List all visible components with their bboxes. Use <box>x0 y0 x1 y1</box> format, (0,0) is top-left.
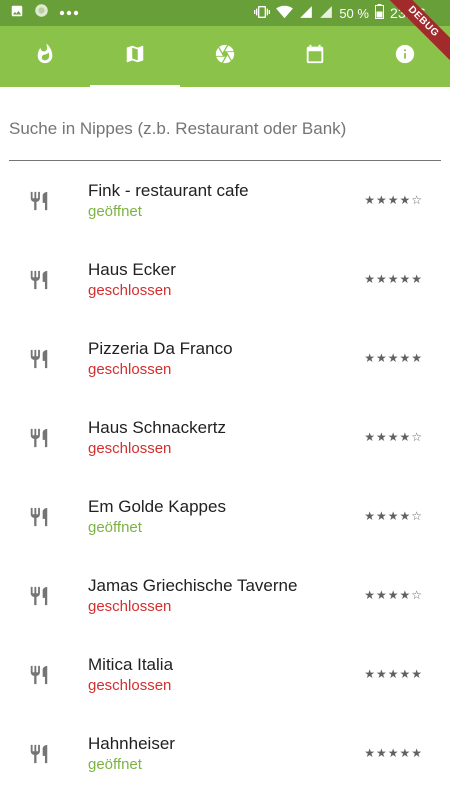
status-bar: 50 % 23:36 DEBUG <box>0 0 450 67</box>
list-item[interactable]: Hahnheiser geöffnet ★★★★★ <box>0 716 450 795</box>
list-item[interactable]: Mitica Italia geschlossen ★★★★★ <box>0 637 450 716</box>
place-list: Fink - restaurant cafe geöffnet ★★★★☆ Ha… <box>0 163 450 795</box>
place-name: Hahnheiser <box>88 734 175 753</box>
place-status: geschlossen <box>88 677 172 694</box>
place-status: geschlossen <box>88 282 172 299</box>
rating-stars: ★★★★☆ <box>364 509 423 523</box>
tab-camera[interactable] <box>180 26 270 87</box>
info-icon <box>394 43 416 70</box>
list-item[interactable]: Haus Schnackertz geschlossen ★★★★☆ <box>0 400 450 479</box>
list-item[interactable]: Fink - restaurant cafe geöffnet ★★★★☆ <box>0 163 450 242</box>
battery-percent: 50 % <box>339 5 369 21</box>
fire-icon <box>34 43 56 70</box>
place-status: geöffnet <box>88 756 142 773</box>
restaurant-icon <box>28 664 50 686</box>
place-name: Haus Ecker <box>88 260 176 279</box>
place-name: Pizzeria Da Franco <box>88 339 233 358</box>
place-status: geöffnet <box>88 203 142 220</box>
search-field-container <box>9 100 441 161</box>
place-status: geöffnet <box>88 519 142 536</box>
place-name: Jamas Griechische Taverne <box>88 576 298 595</box>
restaurant-icon <box>28 427 50 449</box>
rating-stars: ★★★★★ <box>364 746 423 760</box>
tab-selected-indicator <box>90 85 180 87</box>
place-status: geschlossen <box>88 361 172 378</box>
circle-app-icon <box>34 3 49 23</box>
restaurant-icon <box>28 190 50 212</box>
wifi-icon <box>276 5 294 22</box>
map-icon <box>124 43 146 70</box>
place-name: Em Golde Kappes <box>88 497 226 516</box>
rating-stars: ★★★★☆ <box>364 588 423 602</box>
signal-r-icon <box>319 5 333 22</box>
rating-stars: ★★★★★ <box>364 272 423 286</box>
tab-hot[interactable] <box>0 26 90 87</box>
aperture-icon <box>214 43 236 70</box>
rating-stars: ★★★★★ <box>364 667 423 681</box>
rating-stars: ★★★★☆ <box>364 430 423 444</box>
rating-stars: ★★★★☆ <box>364 193 423 207</box>
list-item[interactable]: Pizzeria Da Franco geschlossen ★★★★★ <box>0 321 450 400</box>
search-input[interactable] <box>9 100 441 158</box>
tab-map[interactable] <box>90 26 180 87</box>
restaurant-icon <box>28 348 50 370</box>
battery-icon <box>374 4 384 22</box>
image-icon <box>10 4 24 23</box>
place-name: Fink - restaurant cafe <box>88 181 249 200</box>
restaurant-icon <box>28 585 50 607</box>
dots-icon <box>59 4 79 22</box>
status-bar-left <box>10 4 79 22</box>
place-status: geschlossen <box>88 598 172 615</box>
place-name: Haus Schnackertz <box>88 418 226 437</box>
signal-icon <box>299 5 313 22</box>
rating-stars: ★★★★★ <box>364 351 423 365</box>
place-name: Mitica Italia <box>88 655 174 674</box>
list-item[interactable]: Em Golde Kappes geöffnet ★★★★☆ <box>0 479 450 558</box>
place-status: geschlossen <box>88 440 172 457</box>
calendar-icon <box>304 43 326 70</box>
tab-calendar[interactable] <box>270 26 360 87</box>
list-item[interactable]: Haus Ecker geschlossen ★★★★★ <box>0 242 450 321</box>
restaurant-icon <box>28 269 50 291</box>
restaurant-icon <box>28 506 50 528</box>
restaurant-icon <box>28 743 50 765</box>
tab-bar <box>0 26 450 87</box>
list-item[interactable]: Jamas Griechische Taverne geschlossen ★★… <box>0 558 450 637</box>
vibrate-icon <box>254 4 271 23</box>
